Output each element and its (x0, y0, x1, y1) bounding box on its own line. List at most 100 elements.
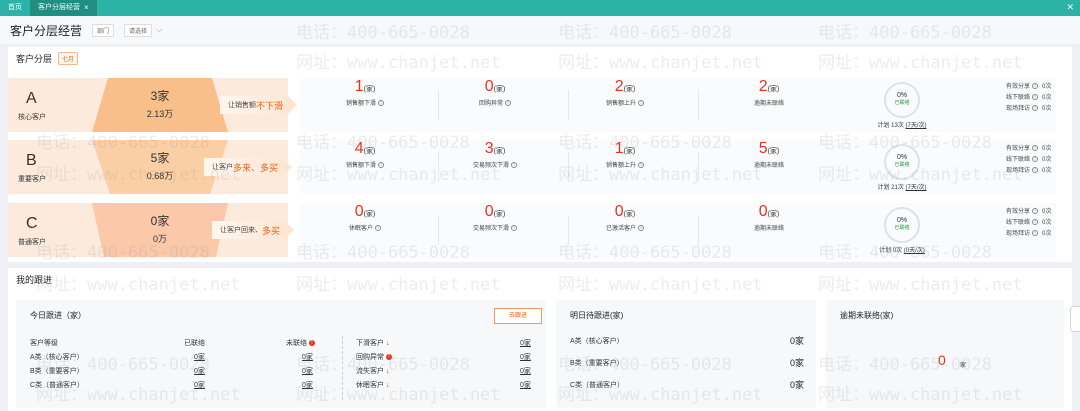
question-circle-icon[interactable]: ? (1032, 208, 1039, 215)
level-b-uncontacted[interactable]: 0家 (302, 366, 313, 376)
risk-lost-value[interactable]: 0家 (520, 366, 531, 376)
question-circle-icon[interactable]: ? (1032, 83, 1039, 90)
level-a-contacted[interactable]: 0家 (194, 352, 205, 362)
metric-label: 逾期未联络 (753, 226, 784, 232)
level-c-uncontacted[interactable]: 0家 (302, 380, 313, 390)
plan-prefix: 计划 0次 (879, 248, 904, 254)
overdue-value[interactable]: 0 (938, 352, 946, 368)
level-letter: B (26, 152, 37, 169)
question-circle-icon[interactable]: ? (378, 100, 384, 107)
metrics-block: 1(家) 销售额下滑? 0(家) 回购异常? 2(家) 销售额上升? 2(家) … (300, 78, 1056, 132)
level-amount: 0万 (152, 234, 167, 244)
risk-dormant-value[interactable]: 0家 (520, 380, 531, 390)
metric-dormant-customers[interactable]: 0(家) 休眠客户? (300, 203, 430, 257)
arrow-down-icon: ↓ (386, 340, 390, 347)
metric-activated-customers[interactable]: 0(家) 已激活客户? (560, 203, 690, 257)
metric-unit: (家) (493, 148, 506, 155)
metric-value: 0 (354, 203, 364, 220)
plan-frequency-link[interactable]: (0天/次) (904, 248, 925, 254)
tomorrow-a-value[interactable]: 0家 (790, 334, 804, 347)
level-a-uncontacted[interactable]: 0家 (302, 352, 313, 362)
metric-unit: (家) (623, 86, 636, 93)
metric-overdue-uncontacted[interactable]: 2(家) 逾期未联络 (704, 78, 834, 132)
level-summary: 0家 0万 (92, 203, 228, 257)
metric-label: 逾期未联络 (753, 101, 784, 107)
question-circle-icon[interactable]: ? (1032, 219, 1039, 226)
metric-unit: (家) (623, 148, 636, 155)
metric-repurchase-anomaly[interactable]: 0(家) 回购异常? (430, 78, 560, 132)
question-circle-icon[interactable]: ? (375, 225, 381, 232)
metric-label: 销售额下滑 (345, 101, 376, 107)
exclamation-circle-icon[interactable]: ! (309, 340, 315, 347)
metric-value: 4 (354, 140, 364, 157)
metric-frequency-decline[interactable]: 0(家) 交易频次下滑? (430, 203, 560, 257)
tab-customer-tiering[interactable]: 客户分层经营 × (30, 0, 97, 16)
level-b-label: B类（重要客户） (30, 368, 84, 375)
close-icon[interactable]: × (84, 0, 89, 16)
question-circle-icon[interactable]: ? (1032, 167, 1039, 174)
metric-unit: (家) (363, 211, 376, 218)
metric-value: 2 (758, 78, 768, 95)
month-badge[interactable]: 七月 (58, 51, 79, 65)
metric-value: 1 (354, 78, 364, 95)
stat-value: 0次 (1042, 106, 1052, 112)
exclamation-circle-icon[interactable]: ! (386, 354, 392, 361)
follow-up-panel: 我的跟进 今日跟进（家） 去跟进 客户等级 已联络 未联络! A类（核心客户） … (8, 268, 1072, 411)
department-select[interactable]: 请选择 (124, 23, 153, 37)
question-circle-icon[interactable]: ? (511, 225, 517, 232)
metric-overdue-uncontacted[interactable]: 0(家) 逾期未联络 (704, 203, 834, 257)
stat-label: 线下联络 (1006, 220, 1031, 226)
level-slogan: 让销售额 不下滑 (220, 96, 298, 114)
close-all-tabs-icon[interactable]: ✕ (1066, 2, 1074, 13)
question-circle-icon[interactable]: ? (1032, 145, 1039, 152)
stat-value: 0次 (1042, 157, 1052, 163)
department-filter-label: 部门 (92, 23, 115, 37)
tab-label: 客户分层经营 (38, 4, 80, 11)
today-title: 今日跟进（家） (30, 311, 86, 320)
metric-sales-decline[interactable]: 1(家) 销售额下滑? (300, 78, 430, 132)
risk-declining-value[interactable]: 0家 (520, 338, 531, 348)
tab-home[interactable]: 首页 (0, 0, 30, 16)
activity-stats: 有效分享? 0次 线下联络? 0次 现场拜访? 0次 (1006, 82, 1076, 115)
tomorrow-c-value[interactable]: 0家 (790, 378, 804, 391)
tomorrow-b-value[interactable]: 0家 (790, 356, 804, 369)
level-c-contacted[interactable]: 0家 (194, 380, 205, 390)
plan-frequency-link[interactable]: (7天/次) (906, 185, 927, 191)
plan-text: 计划 21次 (7天/次) (866, 182, 938, 191)
risk-repurchase-value[interactable]: 0家 (520, 352, 531, 362)
metric-sales-increase[interactable]: 2(家) 销售额上升? (560, 78, 690, 132)
stat-value: 0次 (1042, 231, 1052, 237)
question-circle-icon[interactable]: ? (1032, 105, 1039, 112)
question-circle-icon[interactable]: ? (511, 162, 517, 169)
question-circle-icon[interactable]: ? (638, 162, 644, 169)
stat-value: 0次 (1042, 220, 1052, 226)
metric-frequency-decline[interactable]: 3(家) 交易频次下滑? (430, 140, 560, 194)
level-amount: 2.13万 (146, 109, 174, 119)
question-circle-icon[interactable]: ? (1032, 94, 1039, 101)
metric-sales-increase[interactable]: 1(家) 销售额上升? (560, 140, 690, 194)
segment-panel-header: 客户分层 七月 (8, 47, 1072, 69)
stat-value: 0次 (1042, 84, 1052, 90)
metric-sales-decline[interactable]: 4(家) 销售额下滑? (300, 140, 430, 194)
metric-label: 交易频次下滑 (472, 163, 509, 169)
floating-help-tab[interactable] (1070, 306, 1080, 332)
page-title: 客户分层经营 (10, 23, 83, 38)
level-b-contacted[interactable]: 0家 (194, 366, 205, 376)
question-circle-icon[interactable]: ? (505, 100, 511, 107)
plan-frequency-link[interactable]: (7天/次) (906, 123, 927, 129)
segment-row-a: A 核心客户 3家 2.13万 让销售额 不下滑 1(家) 销售额下滑? 0(家)… (8, 78, 1056, 132)
metric-overdue-uncontacted[interactable]: 5(家) 逾期未联络 (704, 140, 834, 194)
level-slogan: 让客户 多来、多买 (204, 158, 293, 176)
stat-label: 现场拜访 (1006, 231, 1031, 237)
question-circle-icon[interactable]: ? (378, 162, 384, 169)
question-circle-icon[interactable]: ? (1032, 156, 1039, 163)
metric-unit: (家) (493, 211, 506, 218)
risk-declining: 下滑客户 ↓ (356, 338, 390, 348)
question-circle-icon[interactable]: ? (638, 225, 644, 232)
metric-label: 休眠客户 (348, 226, 373, 232)
question-circle-icon[interactable]: ? (638, 100, 644, 107)
go-follow-button[interactable]: 去跟进 (494, 308, 542, 324)
chevron-down-icon[interactable]: ⌵ (156, 25, 162, 35)
question-circle-icon[interactable]: ? (1032, 230, 1039, 237)
metric-unit: (家) (767, 148, 780, 155)
